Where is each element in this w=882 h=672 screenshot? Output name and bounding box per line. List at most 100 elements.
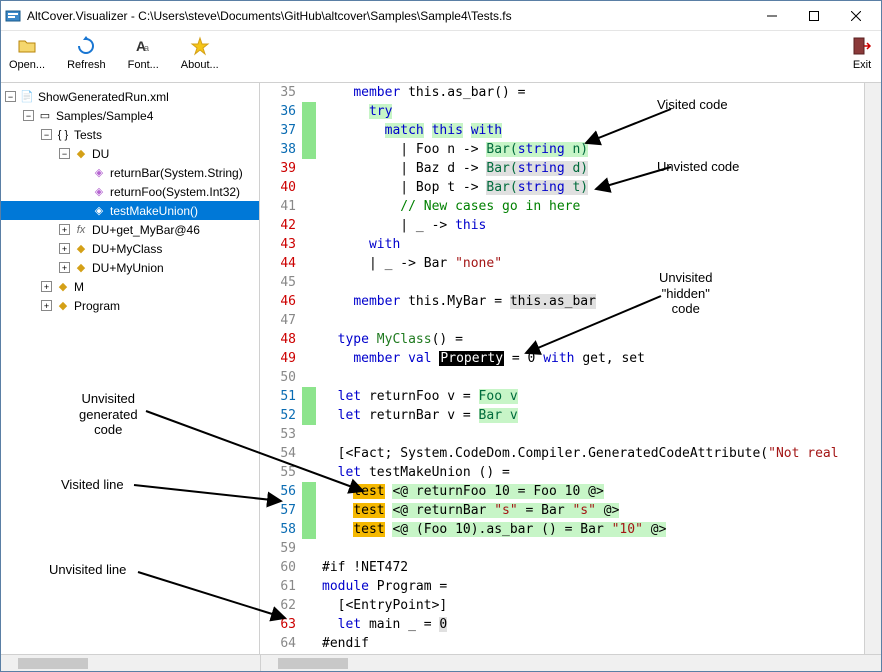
line-number: 43 [260,235,296,254]
code-line: let returnBar v = Bar v [322,406,881,425]
tree-namespace[interactable]: −{ }Tests [1,125,259,144]
expand-icon[interactable]: + [59,243,70,254]
tree-class-myclass[interactable]: +◆DU+MyClass [1,239,259,258]
line-number: 48 [260,330,296,349]
line-number: 54 [260,444,296,463]
tree-method-returnfoo[interactable]: ◈returnFoo(System.Int32) [1,182,259,201]
coverage-indicator [302,596,316,615]
line-number: 51 [260,387,296,406]
coverage-indicator [302,577,316,596]
code-line: let returnFoo v = Foo v [322,387,881,406]
toolbar: Open... Refresh Aa Font... About... Exit [1,31,881,83]
tree-namespace-program[interactable]: +◆Program [1,296,259,315]
tree-assembly[interactable]: −▭Samples/Sample4 [1,106,259,125]
line-number: 63 [260,615,296,634]
tree-class-getmybar[interactable]: +fxDU+get_MyBar@46 [1,220,259,239]
tree-namespace-m[interactable]: +◆M [1,277,259,296]
code-line [322,425,881,444]
namespace-icon: { } [55,127,71,143]
tree-method-returnbar[interactable]: ◈returnBar(System.String) [1,163,259,182]
line-number: 46 [260,292,296,311]
code-line: type MyClass() = [322,330,881,349]
code-line: | Bop t -> Bar(string t) [322,178,881,197]
coverage-indicator [302,140,316,159]
code-line [322,368,881,387]
font-button[interactable]: Aa Font... [128,35,159,71]
code-line: member this.as_bar() = [322,83,881,102]
method-icon: ◈ [91,165,107,181]
code-line: match this with [322,121,881,140]
exit-icon [851,35,873,57]
coverage-indicator [302,349,316,368]
about-button[interactable]: About... [181,35,219,71]
titlebar: AltCover.Visualizer - C:\Users\steve\Doc… [1,1,881,31]
code-line: try [322,102,881,121]
tree-class-myunion[interactable]: +◆DU+MyUnion [1,258,259,277]
line-number: 47 [260,311,296,330]
tree-root[interactable]: −📄ShowGeneratedRun.xml [1,87,259,106]
code-line: | Foo n -> Bar(string n) [322,140,881,159]
coverage-indicator [302,197,316,216]
coverage-gutter [302,83,316,654]
line-number: 62 [260,596,296,615]
tree-class-du[interactable]: −◆DU [1,144,259,163]
open-button[interactable]: Open... [9,35,45,71]
tree-method-testmakeunion[interactable]: ◈testMakeUnion() [1,201,259,220]
code-line: [<Fact; System.CodeDom.Compiler.Generate… [322,444,881,463]
close-button[interactable] [835,2,877,30]
exit-button[interactable]: Exit [851,35,873,71]
star-icon [189,35,211,57]
expand-icon[interactable]: + [41,300,52,311]
coverage-indicator [302,520,316,539]
expand-icon[interactable]: + [59,224,70,235]
code-line: // New cases go in here [322,197,881,216]
line-number: 40 [260,178,296,197]
code-line: test <@ (Foo 10).as_bar () = Bar "10" @> [322,520,881,539]
xml-file-icon: 📄 [19,89,35,105]
coverage-indicator [302,159,316,178]
app-icon [5,8,21,24]
collapse-icon[interactable]: − [5,91,16,102]
code-editor[interactable]: 3536373839404142434445464748495051525354… [260,83,881,654]
minimize-button[interactable] [751,2,793,30]
code-line: | Baz d -> Bar(string d) [322,159,881,178]
collapse-icon[interactable]: − [41,129,52,140]
coverage-indicator [302,387,316,406]
expand-icon[interactable]: + [59,262,70,273]
coverage-indicator [302,463,316,482]
coverage-indicator [302,235,316,254]
expand-icon[interactable]: + [41,281,52,292]
collapse-icon[interactable]: − [59,148,70,159]
folder-open-icon [16,35,38,57]
horizontal-scrollbar[interactable] [1,654,881,671]
coverage-indicator [302,178,316,197]
coverage-indicator [302,121,316,140]
code-line: with [322,235,881,254]
class-icon: ◆ [73,146,89,162]
collapse-icon[interactable]: − [23,110,34,121]
refresh-button[interactable]: Refresh [67,35,106,71]
coverage-indicator [302,368,316,387]
font-icon: Aa [132,35,154,57]
code-lines: member this.as_bar() = try match this wi… [316,83,881,654]
maximize-button[interactable] [793,2,835,30]
vertical-scrollbar[interactable] [864,83,881,654]
window-title: AltCover.Visualizer - C:\Users\steve\Doc… [27,9,751,23]
class-icon: ◆ [55,298,71,314]
code-line: module Program = [322,577,881,596]
code-line: let testMakeUnion () = [322,463,881,482]
method-icon: ◈ [91,203,107,219]
code-line: test <@ returnBar "s" = Bar "s" @> [322,501,881,520]
coverage-indicator [302,292,316,311]
coverage-indicator [302,254,316,273]
coverage-indicator [302,311,316,330]
class-icon: ◆ [73,241,89,257]
coverage-indicator [302,634,316,653]
line-number: 59 [260,539,296,558]
line-number: 41 [260,197,296,216]
line-number: 58 [260,520,296,539]
coverage-indicator [302,330,316,349]
line-number: 56 [260,482,296,501]
code-line: #endif [322,634,881,653]
line-number: 45 [260,273,296,292]
